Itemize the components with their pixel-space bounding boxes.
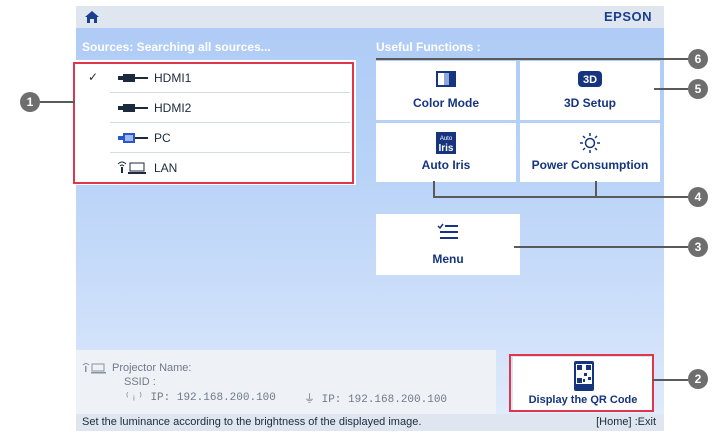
callout-4: 4	[688, 187, 708, 207]
callout-5: 5	[688, 79, 708, 99]
wifi-icon: ⁽ᵢ⁾	[124, 392, 151, 404]
3d-setup-label: 3D Setup	[563, 96, 616, 110]
wired-ip: ⏚ IP: 192.168.200.100	[304, 390, 447, 406]
power-consumption-label: Power Consumption	[531, 158, 649, 172]
callout-line-3	[514, 246, 688, 248]
home-icon[interactable]	[84, 10, 100, 24]
callout-3: 3	[688, 237, 708, 257]
callout-line-6	[376, 58, 688, 60]
color-mode-label: Color Mode	[413, 96, 479, 110]
sun-icon	[580, 133, 600, 153]
wired-ip-text: IP: 192.168.200.100	[321, 394, 448, 406]
network-status-panel: Projector Name: SSID : ⁽ᵢ⁾ IP: 192.168.2…	[76, 350, 496, 414]
3d-icon: 3D	[578, 71, 602, 87]
ssid-label: SSID :	[124, 376, 156, 388]
brand-logo: EPSON	[603, 9, 652, 24]
callout-line-4a	[433, 181, 435, 197]
callout-line-1	[40, 101, 75, 103]
help-text: Set the luminance according to the brigh…	[82, 416, 422, 428]
qr-highlight-box	[509, 354, 654, 412]
callout-2: 2	[688, 369, 708, 389]
callout-line-4	[433, 196, 688, 198]
exit-hint: [Home] :Exit	[596, 416, 656, 428]
color-mode-icon	[436, 71, 456, 87]
lan-icon	[82, 363, 106, 374]
power-consumption-button[interactable]: Power Consumption	[520, 123, 660, 182]
callout-line-4b	[595, 181, 597, 197]
useful-functions-title: Useful Functions :	[376, 40, 481, 54]
menu-button[interactable]: Menu	[376, 214, 520, 275]
color-mode-button[interactable]: Color Mode	[376, 61, 516, 120]
projector-name-label: Projector Name:	[112, 362, 192, 374]
callout-1: 1	[20, 92, 40, 112]
wireless-ip: ⁽ᵢ⁾ IP: 192.168.200.100	[124, 390, 276, 404]
auto-iris-icon: Auto Iris	[436, 132, 456, 154]
svg-text:3D: 3D	[583, 74, 597, 86]
callout-6: 6	[688, 49, 708, 69]
svg-text:Auto: Auto	[440, 136, 453, 142]
3d-setup-button[interactable]: 3D 3D Setup	[520, 61, 660, 120]
callout-line-5	[654, 88, 688, 90]
help-bar: Set the luminance according to the brigh…	[76, 414, 664, 431]
svg-text:Iris: Iris	[438, 143, 453, 154]
wireless-ip-text: IP: 192.168.200.100	[150, 392, 276, 404]
sources-title: Sources: Searching all sources...	[82, 40, 271, 54]
menu-label: Menu	[432, 252, 464, 266]
auto-iris-label: Auto Iris	[421, 158, 471, 172]
wired-icon: ⏚	[304, 394, 322, 406]
auto-iris-button[interactable]: Auto Iris Auto Iris	[376, 123, 516, 182]
callout-line-2	[652, 379, 688, 381]
menu-icon	[437, 223, 458, 239]
top-bar: EPSON	[76, 6, 664, 28]
sources-highlight-box	[73, 62, 354, 184]
